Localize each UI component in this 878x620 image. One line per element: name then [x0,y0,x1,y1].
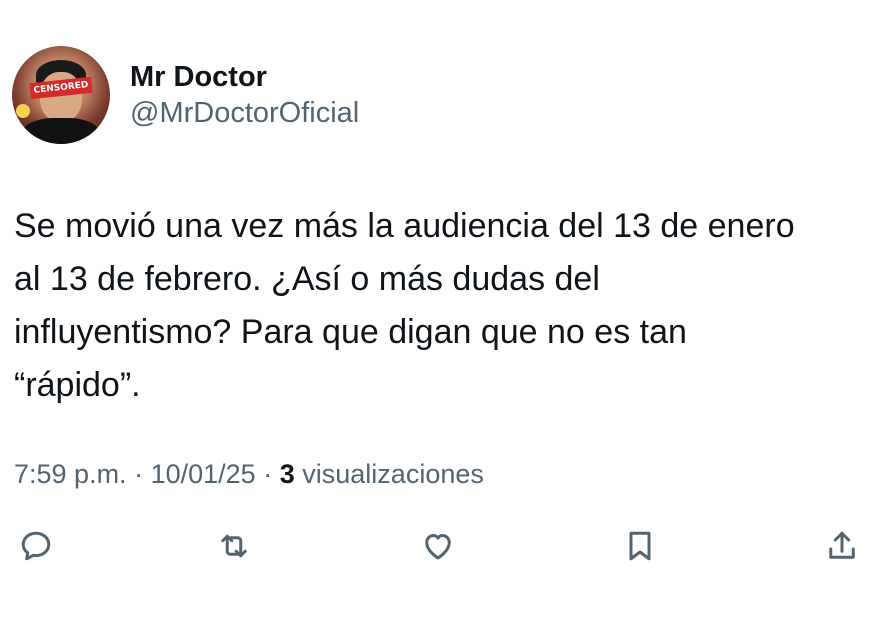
emoji-sticker-icon [16,104,30,118]
tweet-time[interactable]: 7:59 p.m. [14,459,127,489]
heart-icon [425,534,451,560]
author-names: Mr Doctor @MrDoctorOficial [130,59,359,131]
tweet-date[interactable]: 10/01/25 [151,459,256,489]
tweet-header: CENSORED Mr Doctor @MrDoctorOficial [12,46,359,144]
share-button[interactable] [822,526,862,566]
reply-button[interactable] [16,526,56,566]
bookmark-button[interactable] [620,526,660,566]
tweet-metadata: 7:59 p.m. · 10/01/25 · 3 visualizaciones [14,456,484,492]
action-bar [0,520,878,570]
avatar[interactable]: CENSORED [12,46,110,144]
share-icon [829,531,855,559]
tweet-card: CENSORED Mr Doctor @MrDoctorOficial Se m… [0,0,878,620]
author-display-name[interactable]: Mr Doctor [130,59,359,95]
bookmark-icon [629,531,651,561]
meta-separator: · [263,459,273,489]
retweet-button[interactable] [214,526,254,566]
meta-separator: · [134,459,144,489]
avatar-shirt [22,118,100,144]
author-handle[interactable]: @MrDoctorOficial [130,95,359,131]
views-label: visualizaciones [302,459,484,489]
reply-icon [21,531,51,561]
tweet-text: Se movió una vez más la audiencia del 13… [14,207,795,404]
views-count: 3 [279,459,295,489]
retweet-icon [221,534,247,558]
like-button[interactable] [418,526,458,566]
